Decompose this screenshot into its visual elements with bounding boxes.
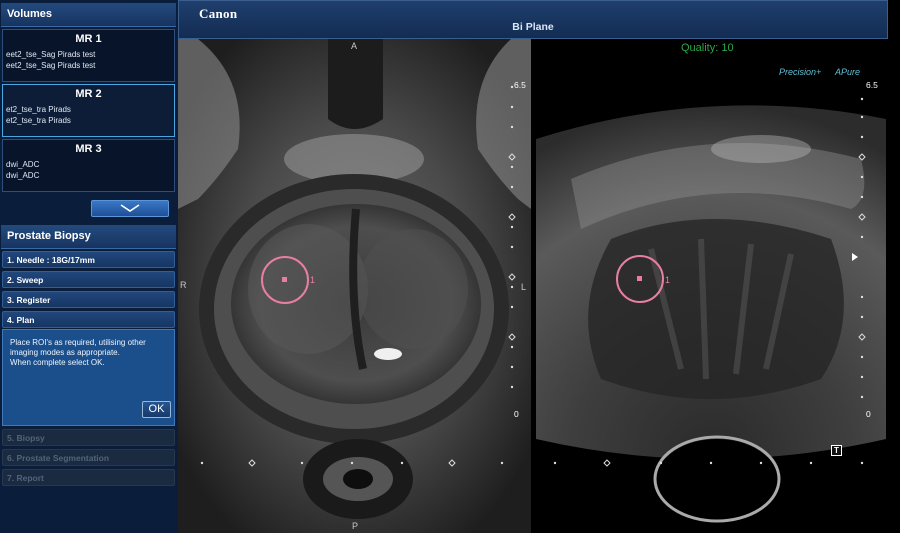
plan-text-line: Place ROI's as required, utilising other <box>10 338 146 347</box>
plan-text-line: When complete select OK. <box>10 358 105 367</box>
quality-indicator: Quality: 10 <box>681 42 734 54</box>
volume-series: et2_tse_tra Pirads <box>6 116 71 125</box>
plan-instructions-panel: Place ROI's as required, utilising other… <box>2 329 175 426</box>
step-register[interactable]: 3. Register <box>2 291 175 308</box>
step-biopsy: 5. Biopsy <box>2 429 175 446</box>
volume-series: dwi_ADC <box>6 160 40 169</box>
orientation-anterior: A <box>351 41 358 51</box>
volumes-title: Volumes <box>1 3 176 27</box>
precision-plus-indicator: Precision+ <box>779 67 822 77</box>
volume-series: dwi_ADC <box>6 171 40 180</box>
volume-series: eet2_tse_Sag Pirads test <box>6 50 96 59</box>
apure-indicator: APure <box>835 67 861 77</box>
roi-label: 1 <box>310 275 316 285</box>
top-bar: Canon Bi Plane <box>178 0 888 39</box>
mr-image-view[interactable]: A P R L 6.5 0 1 <box>178 39 531 533</box>
roi-label: 1 <box>665 275 671 285</box>
orientation-posterior: P <box>352 521 359 531</box>
step-report: 7. Report <box>2 469 175 486</box>
depth-label-bottom: 0 <box>514 409 519 419</box>
volume-header: MR 3 <box>75 143 102 155</box>
step-sweep[interactable]: 2. Sweep <box>2 271 175 288</box>
view-title: Bi Plane <box>512 21 554 33</box>
volume-series: eet2_tse_Sag Pirads test <box>6 61 96 70</box>
volume-series: et2_tse_tra Pirads <box>6 105 71 114</box>
plan-text-line: imaging modes as appropriate. <box>10 348 120 357</box>
volume-item-mr2[interactable]: MR 2 et2_tse_tra Pirads et2_tse_tra Pira… <box>2 84 175 137</box>
volume-item-mr3[interactable]: MR 3 dwi_ADC dwi_ADC <box>2 139 175 192</box>
step-prostate-segmentation: 6. Prostate Segmentation <box>2 449 175 466</box>
depth-label-bottom: 0 <box>866 409 871 419</box>
volume-header: MR 2 <box>75 88 102 100</box>
depth-label-top: 6.5 <box>514 80 526 90</box>
ultrasound-prostate-image <box>536 97 886 523</box>
brand-logo: Canon <box>199 6 238 21</box>
plan-instructions: Place ROI's as required, utilising other… <box>3 330 174 368</box>
volume-header: MR 1 <box>75 33 102 45</box>
volumes-scroll-button[interactable] <box>91 200 169 217</box>
depth-label-top: 6.5 <box>866 80 878 90</box>
prostate-biopsy-title: Prostate Biopsy <box>1 225 176 249</box>
ok-button[interactable]: OK <box>142 401 171 418</box>
chevron-down-icon <box>120 204 140 212</box>
mr-prostate-image <box>178 39 531 533</box>
orientation-left: L <box>521 282 527 292</box>
volume-item-mr1[interactable]: MR 1 eet2_tse_Sag Pirads test eet2_tse_S… <box>2 29 175 82</box>
step-needle[interactable]: 1. Needle : 18G/17mm <box>2 251 175 268</box>
step-plan[interactable]: 4. Plan <box>2 311 175 328</box>
ultrasound-image-view[interactable]: Quality: 10 Precision+ APure 6.5 0 1 T <box>531 39 900 533</box>
orientation-right: R <box>180 280 187 290</box>
left-control-panel: Volumes MR 1 eet2_tse_Sag Pirads test ee… <box>0 0 178 533</box>
transducer-marker: T <box>831 445 842 456</box>
